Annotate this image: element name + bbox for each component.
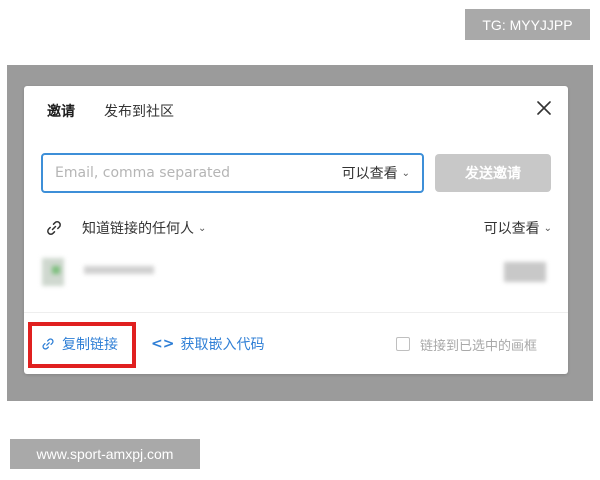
email-input[interactable] (55, 163, 305, 183)
invite-permission-dropdown[interactable]: 可以查看 ⌄ (342, 155, 410, 191)
get-embed-code-button[interactable]: <> 获取嵌入代码 (151, 333, 264, 355)
link-to-frame-checkbox[interactable]: 链接到已选中的画框 (396, 333, 537, 355)
avatar-badge (52, 266, 60, 274)
embed-code-label: 获取嵌入代码 (180, 337, 265, 353)
link-access-row: 知道链接的任何人 ⌄ 可以查看 ⌄ (44, 216, 552, 240)
watermark-top: TG: MYYJJPP (465, 9, 590, 40)
link-permission-label: 可以查看 (483, 221, 540, 237)
tab-invite[interactable]: 邀请 (47, 101, 75, 121)
send-invite-button[interactable]: 发送邀请 (435, 154, 551, 192)
chevron-down-icon: ⌄ (401, 167, 410, 179)
link-audience-dropdown[interactable]: 知道链接的任何人 ⌄ (82, 216, 206, 240)
invite-permission-label: 可以查看 (341, 166, 398, 182)
close-button[interactable] (534, 98, 554, 118)
member-role-redacted (504, 262, 546, 282)
close-icon (537, 101, 551, 115)
code-brackets-icon: <> (151, 336, 175, 352)
share-dialog: 邀请 发布到社区 可以查看 ⌄ 发送邀请 知道链接的任何人 ⌄ 可以查看 ⌄ (24, 86, 568, 374)
checkbox-box (396, 337, 410, 351)
chevron-down-icon: ⌄ (198, 222, 207, 234)
link-permission-dropdown[interactable]: 可以查看 ⌄ (484, 216, 552, 240)
tab-publish-community[interactable]: 发布到社区 (104, 101, 174, 121)
footer-divider (24, 312, 568, 313)
link-audience-label: 知道链接的任何人 (82, 221, 194, 237)
link-to-frame-label: 链接到已选中的画框 (420, 338, 538, 354)
chevron-down-icon: ⌄ (543, 222, 552, 234)
member-row-blurred (40, 256, 550, 296)
email-field-container: 可以查看 ⌄ (41, 153, 424, 193)
link-icon (47, 221, 61, 235)
member-name-redacted (84, 266, 154, 274)
watermark-bottom: www.sport-amxpj.com (10, 439, 200, 469)
link-icon (42, 338, 54, 350)
copy-link-label: 复制链接 (62, 337, 118, 353)
copy-link-button[interactable]: 复制链接 (40, 333, 118, 355)
